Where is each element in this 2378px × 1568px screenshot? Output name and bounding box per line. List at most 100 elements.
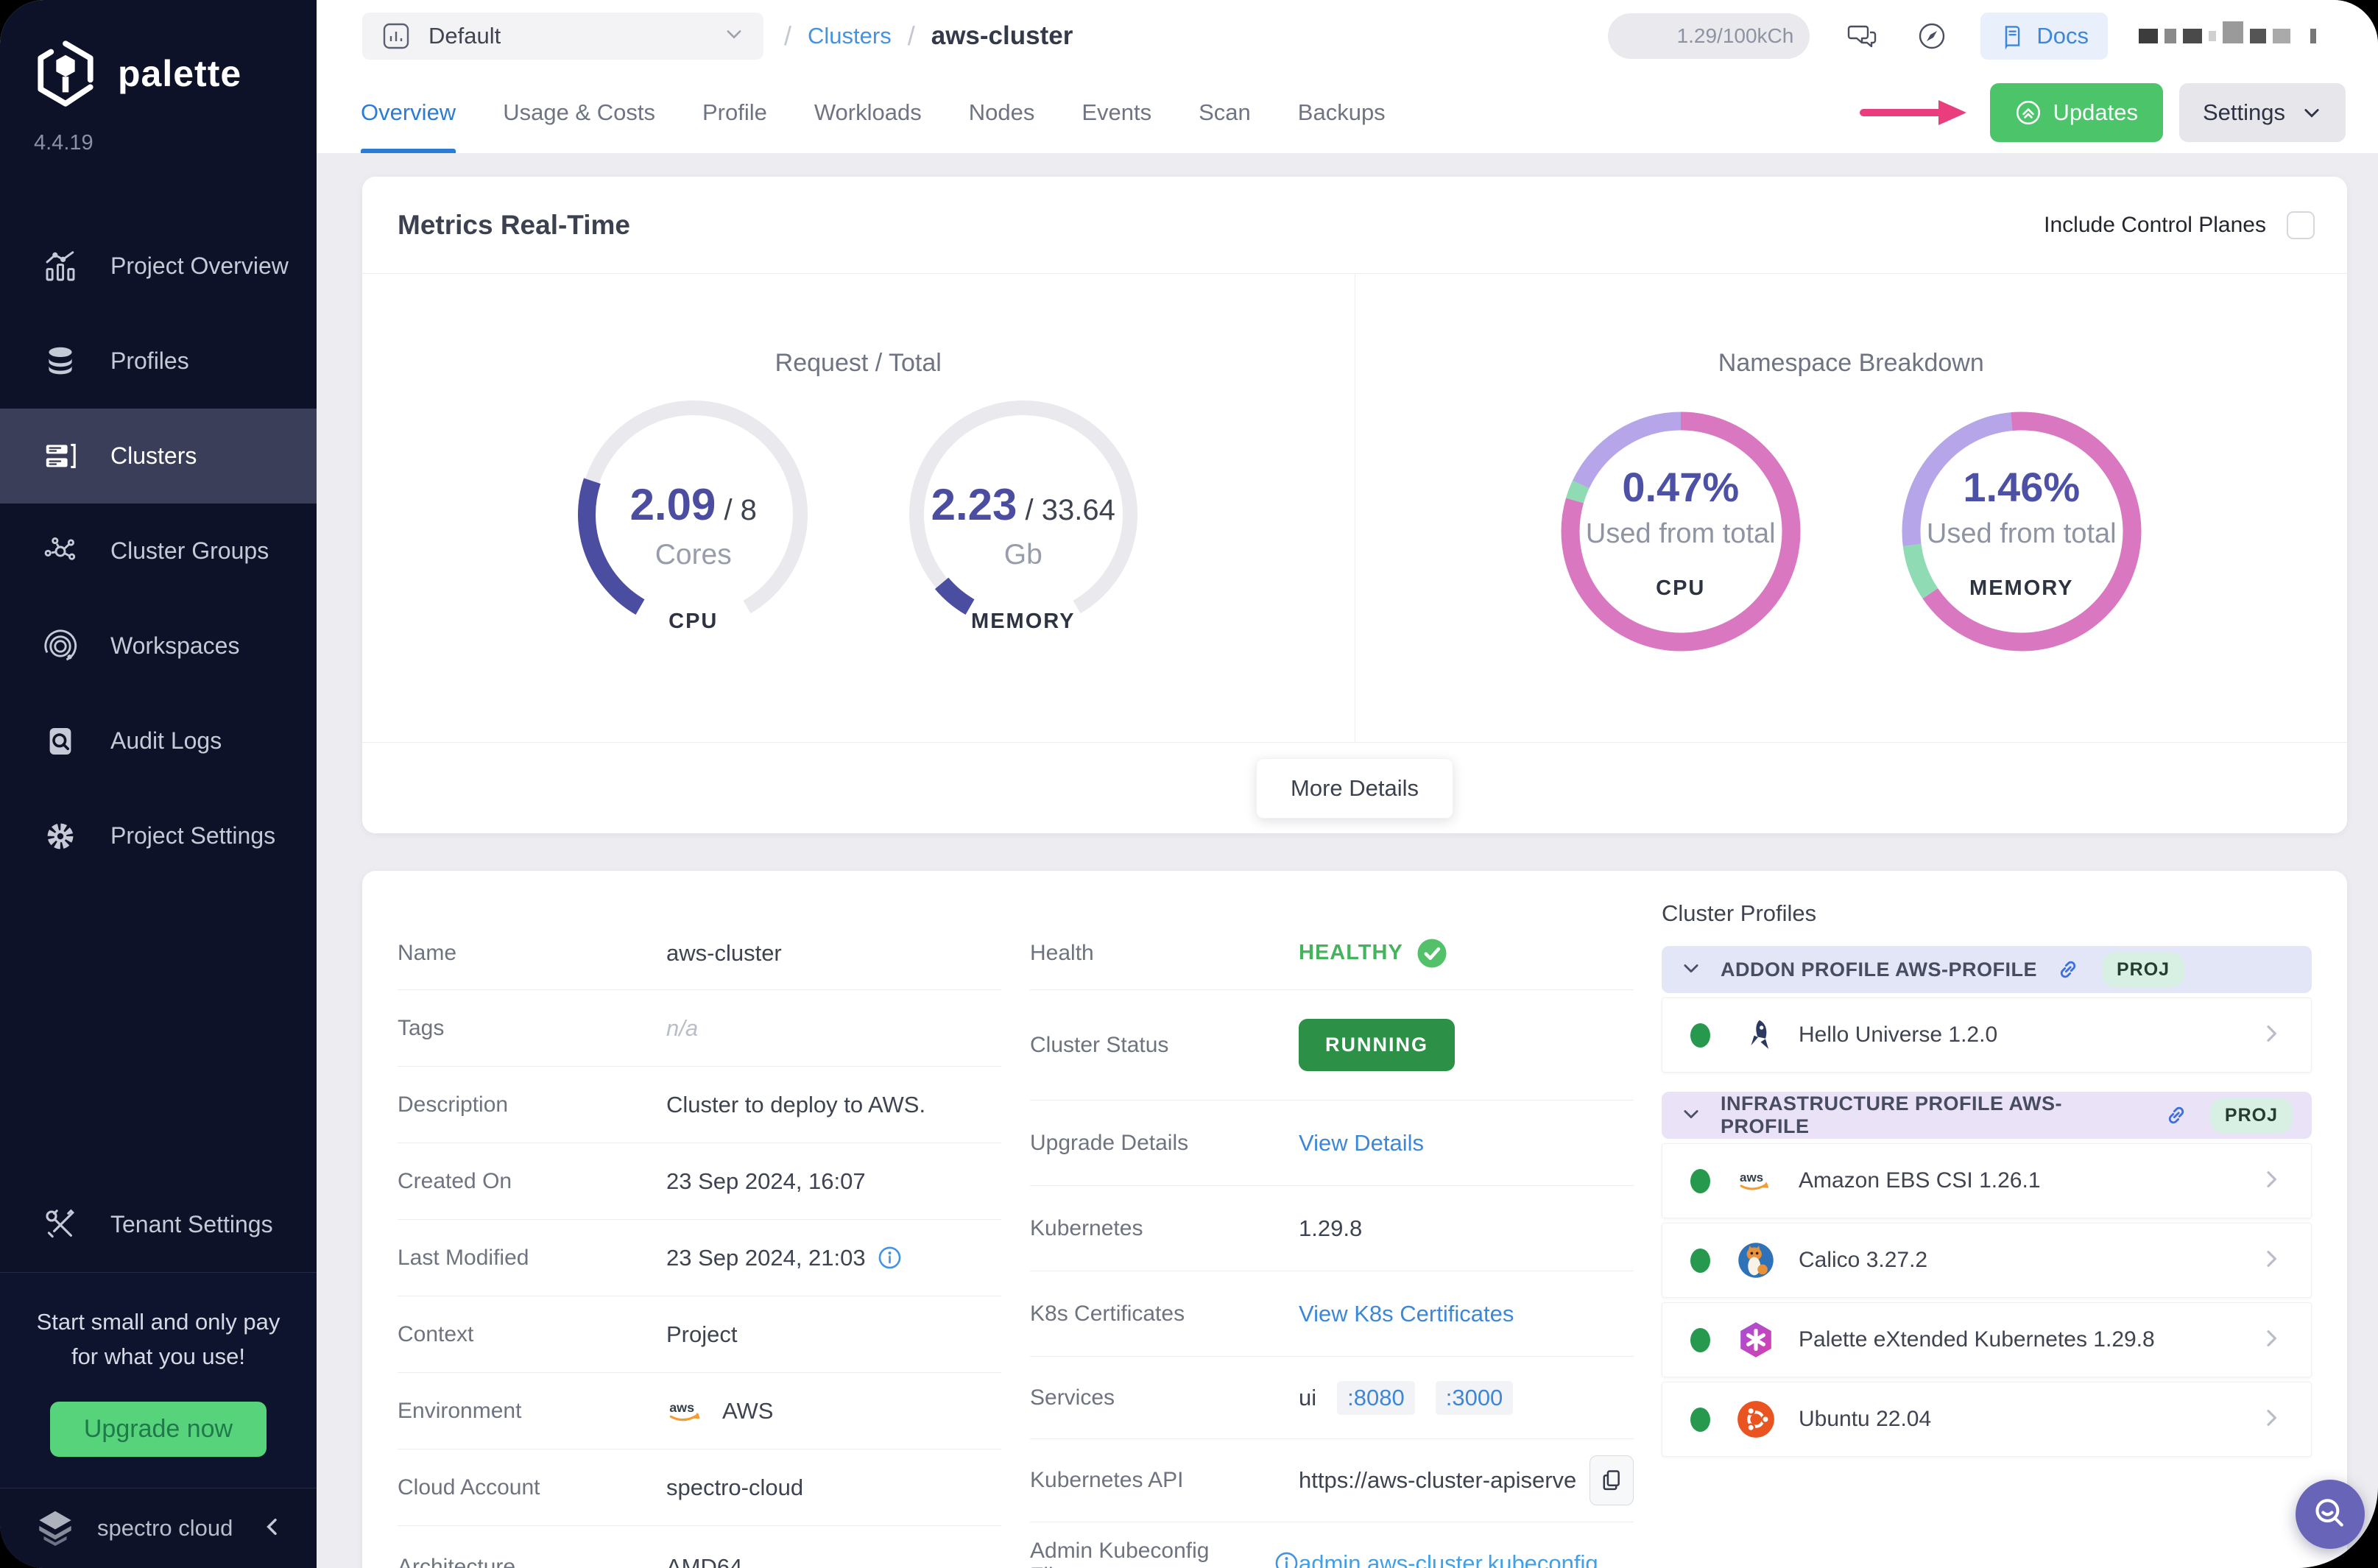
detail-label: Cluster Status	[1030, 1032, 1169, 1057]
detail-value-cell: View K8s Certificates	[1299, 1301, 1634, 1327]
request-total-title: Request / Total	[775, 349, 942, 377]
usage-quota-pill: 1.29/100kCh	[1608, 13, 1810, 59]
sidebar-item-profiles[interactable]: Profiles	[0, 314, 317, 409]
tab-usage-costs[interactable]: Usage & Costs	[503, 71, 655, 153]
link-icon[interactable]	[2056, 958, 2080, 981]
link-icon[interactable]	[2164, 1103, 2188, 1127]
proj-badge: PROJ	[2102, 952, 2185, 987]
metrics-title: Metrics Real-Time	[398, 209, 630, 240]
sidebar-item-project-overview[interactable]: Project Overview	[0, 219, 317, 314]
upgrade-now-button[interactable]: Upgrade now	[49, 1402, 267, 1457]
info-icon[interactable]	[1274, 1551, 1299, 1568]
detail-row-description: Description Cluster to deploy to AWS.	[398, 1067, 1001, 1143]
orbit-icon	[43, 629, 78, 664]
detail-label: Kubernetes	[1030, 1215, 1143, 1240]
tab-profile[interactable]: Profile	[702, 71, 767, 153]
detail-label: Services	[1030, 1385, 1115, 1410]
detail-value-cell: 23 Sep 2024, 16:07	[666, 1168, 1001, 1195]
chevron-down-icon	[724, 24, 744, 48]
profile-layer-row-amazon-ebs-csi-1-26-1[interactable]: aws Amazon EBS CSI 1.26.1	[1662, 1143, 2312, 1218]
service-name: ui	[1299, 1384, 1317, 1410]
proj-badge: PROJ	[2209, 1098, 2293, 1133]
topbar: Default / Clusters / aws-cluster 1.29/10…	[317, 0, 2378, 71]
info-icon[interactable]	[878, 1246, 902, 1270]
compass-button[interactable]	[1916, 20, 1948, 52]
gauge-center-text: 2.23 / 33.64 Gb	[891, 479, 1156, 571]
detail-value: https://aws-cluster-apiserve…	[1299, 1467, 1578, 1493]
detail-row-kubernetes-api: Kubernetes API https://aws-cluster-apiser…	[1030, 1439, 1634, 1522]
detail-value: Project	[666, 1321, 738, 1347]
sidebar-item-clusters[interactable]: Clusters	[0, 409, 317, 504]
chevron-down-icon	[1681, 958, 1701, 982]
include-control-planes-checkbox[interactable]	[2287, 211, 2315, 239]
metrics-body: Request / Total 2.09 / 8 Cores CPU 2.23 / 3…	[362, 274, 2347, 742]
detail-value-cell: 23 Sep 2024, 21:03	[666, 1245, 1001, 1271]
detail-row-services: Services ui :8080 :3000	[1030, 1357, 1634, 1439]
sidebar-item-tenant-settings[interactable]: Tenant Settings	[0, 1177, 317, 1272]
tab-overview[interactable]: Overview	[361, 71, 456, 153]
donut-cpu: 0.47% Used from total CPU	[1559, 410, 1802, 653]
settings-label: Settings	[2202, 99, 2285, 125]
project-selector-dropdown[interactable]: Default	[362, 12, 763, 60]
sidebar-item-label: Cluster Groups	[110, 537, 269, 564]
updates-button[interactable]: Updates	[1989, 82, 2163, 142]
metrics-header: Metrics Real-Time Include Control Planes	[362, 177, 2347, 274]
detail-row-upgrade-details: Upgrade Details View Details	[1030, 1101, 1634, 1186]
detail-row-environment: Environment aws AWS	[398, 1373, 1001, 1449]
profile-group-header[interactable]: ADDON PROFILE AWS-PROFILE PROJ	[1662, 946, 2312, 993]
detail-row-admin-kubeconfig-file: Admin Kubeconfig Fileadmin.aws-cluster.k…	[1030, 1522, 1634, 1568]
tab-workloads[interactable]: Workloads	[814, 71, 922, 153]
gauge-value: 2.09 / 8	[629, 480, 757, 529]
more-details-button[interactable]: More Details	[1256, 757, 1453, 819]
tab-backups[interactable]: Backups	[1298, 71, 1386, 153]
detail-value-cell: HEALTHY	[1299, 938, 1634, 969]
app-version: 4.4.19	[34, 131, 94, 155]
breadcrumb-clusters-link[interactable]: Clusters	[808, 23, 892, 49]
detail-value-cell: admin.aws-cluster.kubeconfig	[1299, 1550, 1634, 1568]
detail-value: spectro-cloud	[666, 1474, 804, 1500]
detail-label: Upgrade Details	[1030, 1130, 1189, 1155]
donut-percent: 0.47%	[1622, 463, 1740, 510]
pxk-logo-icon	[1737, 1321, 1775, 1359]
detail-row-name: Name aws-cluster	[398, 917, 1001, 990]
profile-layer-row-calico-3-27-2[interactable]: Calico 3.27.2	[1662, 1223, 2312, 1298]
service-port-link[interactable]: :8080	[1337, 1380, 1415, 1415]
tab-events[interactable]: Events	[1082, 71, 1151, 153]
profile-group-addon-profile-aws-profile: ADDON PROFILE AWS-PROFILE PROJ Hello Unive…	[1662, 946, 2312, 1073]
copy-button[interactable]	[1590, 1455, 1634, 1505]
profile-layer-row-palette-extended-kubernetes-1-29-8[interactable]: Palette eXtended Kubernetes 1.29.8	[1662, 1302, 2312, 1377]
detail-row-architecture: Architecture AMD64	[398, 1526, 1001, 1568]
chat-button[interactable]	[1846, 20, 1879, 52]
service-port-link[interactable]: :3000	[1435, 1380, 1514, 1415]
profile-group-header[interactable]: INFRASTRUCTURE PROFILE AWS-PROFILE PROJ	[1662, 1092, 2312, 1139]
detail-value-cell: Project	[666, 1321, 1001, 1348]
servers-icon	[43, 439, 78, 474]
k8s-certificates-link[interactable]: View K8s Certificates	[1299, 1301, 1514, 1327]
docs-button[interactable]: Docs	[1980, 12, 2108, 60]
admin-kubeconfig-file-link[interactable]: admin.aws-cluster.kubeconfig	[1299, 1550, 1598, 1568]
profile-layer-row-ubuntu-22-04[interactable]: Ubuntu 22.04	[1662, 1382, 2312, 1457]
detail-row-k8s-certificates: K8s Certificates View K8s Certificates	[1030, 1271, 1634, 1357]
profile-layer-row-hello-universe-1-2-0[interactable]: Hello Universe 1.2.0	[1662, 997, 2312, 1073]
detail-row-cluster-status: Cluster Status RUNNING	[1030, 990, 1634, 1101]
donut-caption: Used from total	[1926, 518, 2117, 549]
tab-scan[interactable]: Scan	[1199, 71, 1251, 153]
detail-value-cell: ui :8080 :3000	[1299, 1380, 1634, 1415]
gauge-unit: Gb	[1003, 539, 1042, 571]
sidebar-item-audit-logs[interactable]: Audit Logs	[0, 693, 317, 788]
sidebar-item-workspaces[interactable]: Workspaces	[0, 598, 317, 693]
detail-value-cell: https://aws-cluster-apiserve…	[1299, 1455, 1634, 1505]
svg-text:aws: aws	[1740, 1170, 1763, 1184]
sidebar-item-project-settings[interactable]: Project Settings	[0, 788, 317, 883]
search-fab-button[interactable]	[2296, 1480, 2365, 1549]
settings-button[interactable]: Settings	[2178, 82, 2346, 142]
detail-value: 23 Sep 2024, 21:03	[666, 1244, 866, 1271]
tab-nodes[interactable]: Nodes	[969, 71, 1035, 153]
upgrade-details-link[interactable]: View Details	[1299, 1130, 1424, 1156]
sidebar-item-cluster-groups[interactable]: Cluster Groups	[0, 504, 317, 598]
sidebar-item-label: Project Overview	[110, 252, 289, 279]
collapse-sidebar-icon[interactable]	[261, 1515, 284, 1542]
detail-label: Cloud Account	[398, 1475, 540, 1500]
cluster-profiles-title: Cluster Profiles	[1662, 900, 1817, 926]
detail-value-cell: n/a	[666, 1015, 1001, 1042]
